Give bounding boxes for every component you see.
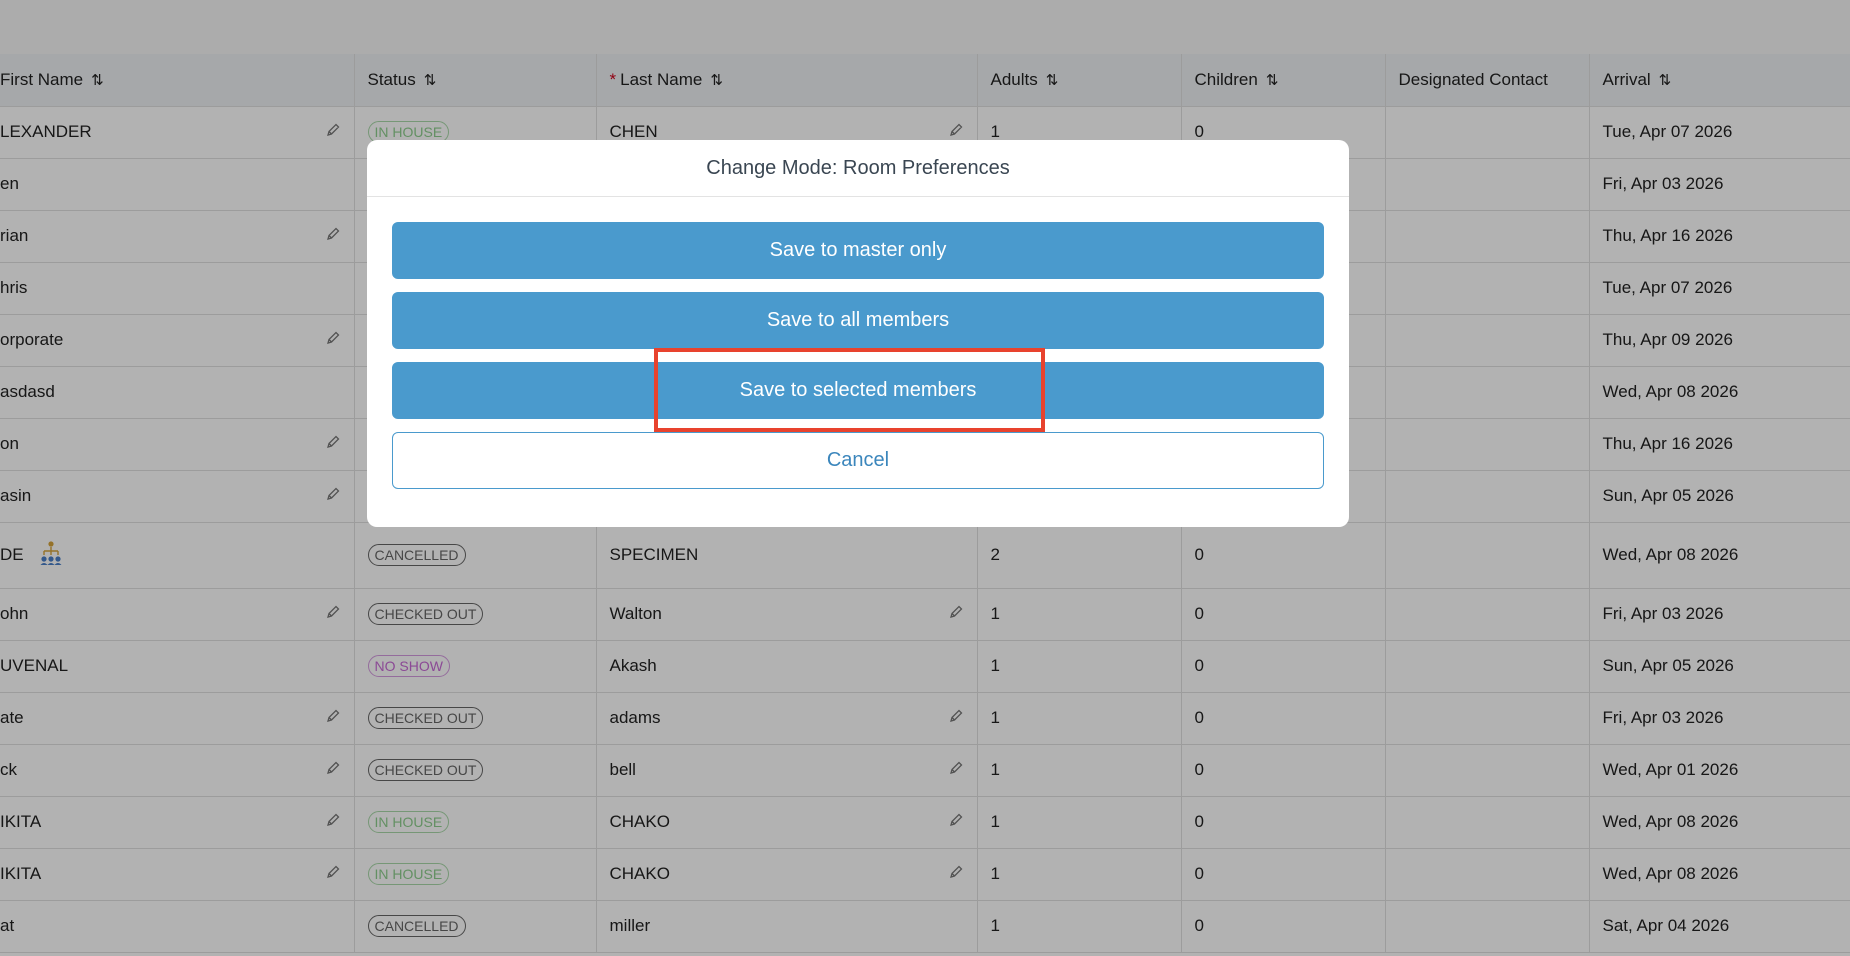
dialog-body: Save to master only Save to all members …	[367, 197, 1349, 489]
change-mode-dialog: Change Mode: Room Preferences Save to ma…	[367, 140, 1349, 527]
dialog-title: Change Mode: Room Preferences	[367, 140, 1349, 197]
save-to-all-members-button[interactable]: Save to all members	[392, 292, 1324, 349]
save-to-master-only-button[interactable]: Save to master only	[392, 222, 1324, 279]
cancel-button[interactable]: Cancel	[392, 432, 1324, 489]
annotation-highlight-box	[654, 348, 1045, 432]
